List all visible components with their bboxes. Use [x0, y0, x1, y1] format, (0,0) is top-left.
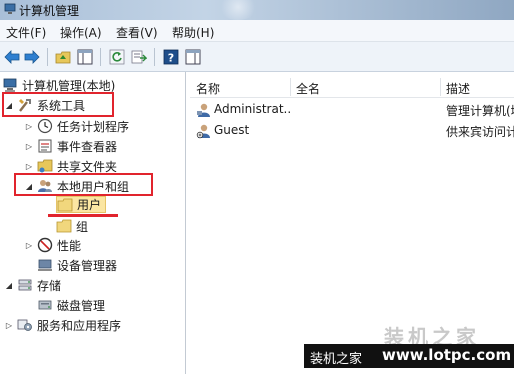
- tree-label: 用户: [77, 198, 102, 212]
- user-disabled-icon: [196, 124, 210, 139]
- refresh-icon: [109, 49, 125, 65]
- back-button[interactable]: [3, 48, 21, 66]
- forward-icon: [24, 50, 40, 64]
- action-pane-icon: [185, 49, 201, 65]
- tree-item-event-viewer[interactable]: ▷ 事件查看器: [24, 137, 117, 155]
- console-tree: 计算机管理(本地) ◢ 系统工具 ▷ 任务计划程序 ▷ 事件查看器 ▷ 共享文件…: [0, 72, 186, 374]
- column-divider[interactable]: [290, 78, 291, 96]
- menu-file[interactable]: 文件(F): [6, 24, 46, 41]
- device-manager-icon: [38, 259, 52, 271]
- shared-folder-icon: [37, 159, 53, 173]
- tree-label: 服务和应用程序: [37, 318, 122, 333]
- show-hide-tree-button[interactable]: [76, 48, 94, 66]
- window-title: 计算机管理: [19, 4, 80, 18]
- computer-management-icon: [3, 78, 17, 92]
- help-button[interactable]: ?: [162, 48, 180, 66]
- cell-description: 供来宾访问计: [446, 125, 514, 139]
- computer-management-icon: [4, 3, 16, 14]
- tree-label: 组: [76, 219, 89, 234]
- event-viewer-icon: [38, 139, 52, 153]
- tree-item-users[interactable]: 用户: [56, 196, 107, 213]
- tree-item-performance[interactable]: ▷ 性能: [24, 236, 81, 254]
- tree-label: 事件查看器: [57, 139, 118, 154]
- menu-action[interactable]: 操作(A): [60, 24, 102, 41]
- highlight-box: [2, 92, 114, 117]
- export-list-icon: [131, 50, 147, 64]
- tree-label: 存储: [37, 278, 62, 293]
- clock-icon: [37, 118, 53, 134]
- expand-arrow-icon[interactable]: ▷: [24, 161, 34, 171]
- action-pane-button[interactable]: [184, 48, 202, 66]
- user-icon: [197, 103, 210, 117]
- folder-icon: [56, 219, 72, 233]
- toolbar-separator: [100, 48, 101, 66]
- tree-item-disk-management[interactable]: 磁盘管理: [37, 296, 105, 314]
- tree-item-groups[interactable]: 组: [56, 217, 88, 235]
- title-glow: [218, 0, 258, 20]
- tree-label: 计算机管理(本地): [22, 78, 116, 93]
- tree-label: 性能: [57, 238, 82, 253]
- tree-label: 共享文件夹: [57, 159, 118, 174]
- cell-name: Administrat...: [214, 102, 292, 116]
- highlight-box: [14, 173, 153, 196]
- watermark-strip: 装机之家 www.lotpc.com: [304, 344, 514, 368]
- tree-item-storage[interactable]: ◢ 存储: [4, 276, 61, 294]
- expand-arrow-icon[interactable]: ▷: [4, 320, 14, 330]
- tree-item-device-manager[interactable]: 设备管理器: [37, 256, 117, 274]
- table-row[interactable]: Administrat... 管理计算机(域: [190, 101, 514, 119]
- toolbar-separator: [47, 48, 48, 66]
- collapse-arrow-icon[interactable]: ◢: [4, 280, 14, 290]
- services-icon: [17, 319, 32, 331]
- menu-bar: 文件(F) 操作(A) 查看(V) 帮助(H): [0, 20, 514, 42]
- expand-arrow-icon[interactable]: ▷: [24, 240, 34, 250]
- cell-name: Guest: [214, 123, 250, 137]
- menu-help[interactable]: 帮助(H): [172, 24, 214, 41]
- svg-text:?: ?: [168, 52, 174, 65]
- watermark-url: www.lotpc.com: [382, 346, 512, 364]
- tree-label: 设备管理器: [57, 258, 118, 273]
- tree-item-task-scheduler[interactable]: ▷ 任务计划程序: [24, 117, 129, 135]
- expand-arrow-icon[interactable]: ▷: [24, 141, 34, 151]
- column-header-description[interactable]: 描述: [446, 80, 470, 97]
- storage-icon: [18, 279, 32, 291]
- column-divider[interactable]: [440, 78, 441, 96]
- tree-label: 磁盘管理: [57, 298, 106, 313]
- list-header: 名称 全名 描述: [190, 76, 514, 98]
- show-hide-tree-icon: [77, 49, 93, 65]
- forward-button[interactable]: [23, 48, 41, 66]
- disk-management-icon: [38, 300, 52, 310]
- help-icon: ?: [163, 49, 179, 65]
- up-folder-button[interactable]: [54, 48, 72, 66]
- up-folder-icon: [55, 51, 71, 64]
- expand-arrow-icon[interactable]: ▷: [24, 121, 34, 131]
- menu-view[interactable]: 查看(V): [116, 24, 158, 41]
- tree-item-services-apps[interactable]: ▷ 服务和应用程序: [4, 316, 121, 334]
- column-header-fullname[interactable]: 全名: [296, 80, 320, 97]
- refresh-button[interactable]: [108, 48, 126, 66]
- cell-description: 管理计算机(域: [446, 104, 514, 118]
- toolbar-separator: [154, 48, 155, 66]
- export-list-button[interactable]: [130, 48, 148, 66]
- watermark-name: 装机之家: [310, 352, 363, 367]
- folder-icon: [57, 198, 73, 211]
- title-bar: 计算机管理: [0, 0, 514, 20]
- back-icon: [4, 50, 20, 64]
- performance-icon: [37, 237, 53, 253]
- table-row[interactable]: Guest 供来宾访问计: [190, 122, 514, 140]
- column-header-name[interactable]: 名称: [196, 80, 220, 97]
- tree-label: 任务计划程序: [57, 119, 130, 134]
- toolbar: ?: [0, 42, 514, 72]
